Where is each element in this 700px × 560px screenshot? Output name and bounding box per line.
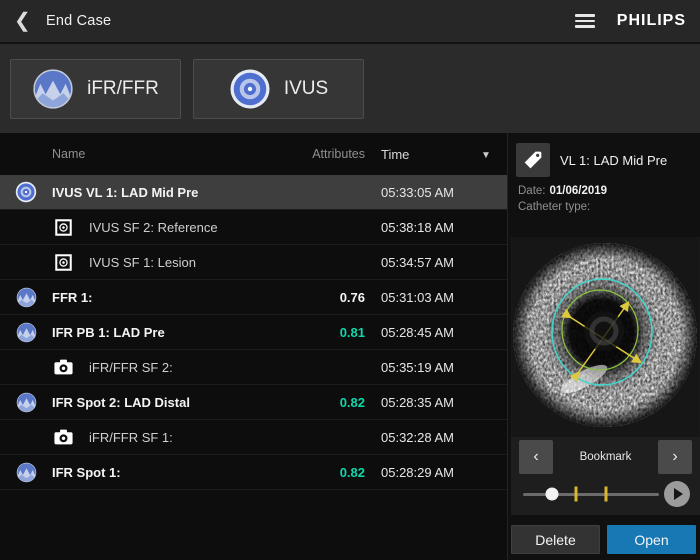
row-attribute: 0.81 (293, 325, 365, 340)
catheter-type-label: Catheter type: (518, 201, 590, 213)
ivus-frame-icon (37, 219, 89, 236)
row-name: IVUS VL 1: LAD Mid Pre (52, 185, 293, 200)
next-bookmark-button[interactable]: › (658, 440, 692, 474)
column-name[interactable]: Name (52, 147, 293, 161)
row-name: FFR 1: (52, 290, 293, 305)
row-time: 05:34:57 AM (381, 255, 481, 270)
ivus-image[interactable] (511, 237, 700, 437)
column-time[interactable]: Time (381, 147, 481, 162)
date-value: 01/06/2019 (550, 185, 608, 197)
table-row[interactable]: IVUS SF 1: Lesion 05:34:57 AM (0, 245, 507, 280)
ifr-waveform-sphere-icon (32, 68, 74, 110)
play-button[interactable] (664, 481, 690, 507)
camera-icon (37, 429, 89, 445)
ifr-waveform-sphere-icon (0, 462, 52, 483)
row-name: IVUS SF 2: Reference (89, 220, 293, 235)
row-name: iFR/FFR SF 1: (89, 430, 293, 445)
ivus-rings-icon (0, 181, 52, 203)
table-row[interactable]: IFR PB 1: LAD Pre 0.81 05:28:45 AM (0, 315, 507, 350)
ivus-frame-icon (37, 254, 89, 271)
back-icon[interactable]: ❮ (14, 11, 40, 31)
row-time: 05:28:35 AM (381, 395, 481, 410)
bookmark-tick[interactable] (575, 487, 578, 502)
ivus-button-label: IVUS (284, 78, 328, 100)
row-name: IFR Spot 2: LAD Distal (52, 395, 293, 410)
row-time: 05:28:45 AM (381, 325, 481, 340)
camera-icon (37, 359, 89, 375)
row-name: IVUS SF 1: Lesion (89, 255, 293, 270)
table-row[interactable]: IVUS SF 2: Reference 05:38:18 AM (0, 210, 507, 245)
catheter-line: Catheter type: (518, 201, 696, 213)
detail-title: VL 1: LAD Mid Pre (560, 153, 667, 168)
row-attribute: 0.82 (293, 465, 365, 480)
row-time: 05:28:29 AM (381, 465, 481, 480)
ifr-waveform-sphere-icon (0, 392, 52, 413)
table-row[interactable]: FFR 1: 0.76 05:31:03 AM (0, 280, 507, 315)
recordings-list: Name Attributes Time ▼ IVUS VL 1: LAD Mi… (0, 133, 508, 560)
slider-thumb[interactable] (545, 488, 558, 501)
open-button[interactable]: Open (607, 525, 696, 554)
table-row[interactable]: IFR Spot 2: LAD Distal 0.82 05:28:35 AM (0, 385, 507, 420)
row-name: iFR/FFR SF 2: (89, 360, 293, 375)
delete-button[interactable]: Delete (511, 525, 600, 554)
bookmark-label: Bookmark (580, 451, 632, 463)
row-time: 05:38:18 AM (381, 220, 481, 235)
table-header: Name Attributes Time ▼ (0, 133, 507, 175)
page-title: End Case (46, 13, 111, 29)
date-label: Date: (518, 185, 546, 197)
date-line: Date: 01/06/2019 (518, 185, 696, 197)
ivus-rings-icon (229, 68, 271, 110)
ifr-waveform-sphere-icon (0, 287, 52, 308)
top-bar: ❮ End Case PHILIPS (0, 0, 700, 44)
row-attribute: 0.82 (293, 395, 365, 410)
prev-bookmark-button[interactable]: ‹ (519, 440, 553, 474)
ivus-button[interactable]: IVUS (193, 59, 364, 119)
tag-icon[interactable] (516, 143, 550, 177)
row-time: 05:33:05 AM (381, 185, 481, 200)
detail-panel: VL 1: LAD Mid Pre Date: 01/06/2019 Cathet… (508, 133, 700, 560)
row-attribute: 0.76 (293, 290, 365, 305)
ifr-waveform-sphere-icon (0, 322, 52, 343)
row-time: 05:32:28 AM (381, 430, 481, 445)
row-time: 05:35:19 AM (381, 360, 481, 375)
ifr-ffr-button[interactable]: iFR/FFR (10, 59, 181, 119)
table-row[interactable]: iFR/FFR SF 1: 05:32:28 AM (0, 420, 507, 455)
ifr-ffr-button-label: iFR/FFR (87, 78, 159, 100)
row-time: 05:31:03 AM (381, 290, 481, 305)
table-row[interactable]: IVUS VL 1: LAD Mid Pre 05:33:05 AM (0, 175, 507, 210)
preview-card: ‹ Bookmark › (511, 237, 700, 515)
play-icon (674, 488, 683, 500)
hamburger-menu-icon[interactable] (575, 14, 595, 28)
slider-track[interactable] (523, 493, 659, 496)
table-row[interactable]: iFR/FFR SF 2: 05:35:19 AM (0, 350, 507, 385)
frame-slider[interactable] (511, 477, 700, 511)
table-row[interactable]: IFR Spot 1: 0.82 05:28:29 AM (0, 455, 507, 490)
row-name: IFR PB 1: LAD Pre (52, 325, 293, 340)
modality-bar: iFR/FFR IVUS (0, 44, 700, 133)
column-attributes[interactable]: Attributes (293, 147, 365, 161)
philips-logo: PHILIPS (617, 12, 686, 30)
sort-chevron-down-icon[interactable]: ▼ (481, 150, 491, 161)
row-name: IFR Spot 1: (52, 465, 293, 480)
bookmark-tick[interactable] (604, 487, 607, 502)
